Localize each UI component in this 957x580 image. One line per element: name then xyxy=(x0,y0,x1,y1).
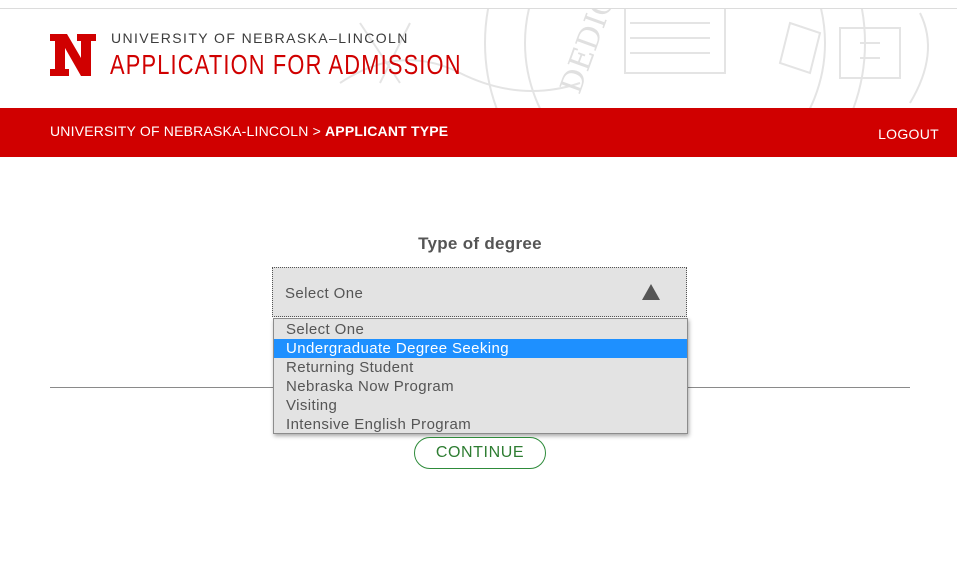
logout-link[interactable]: LOGOUT xyxy=(878,126,939,142)
option-nebraska-now-program[interactable]: Nebraska Now Program xyxy=(274,377,687,396)
option-select-one[interactable]: Select One xyxy=(274,320,687,339)
option-undergraduate-degree-seeking[interactable]: Undergraduate Degree Seeking xyxy=(274,339,687,358)
breadcrumb-current: APPLICANT TYPE xyxy=(324,123,449,139)
breadcrumb: UNIVERSITY OF NEBRASKA-LINCOLN > APPLICANT… xyxy=(50,123,448,139)
select-current-value: Select One xyxy=(285,285,364,302)
option-intensive-english-program[interactable]: Intensive English Program xyxy=(274,415,687,434)
degree-type-select[interactable]: Select One xyxy=(272,267,687,317)
university-n-logo xyxy=(50,34,96,76)
site-header: DEDICATED ARS UNIVERSITY OF NEBRASKA–LIN… xyxy=(0,9,957,108)
caret-up-icon xyxy=(642,284,660,300)
degree-type-options: Select One Undergraduate Degree Seeking … xyxy=(273,318,688,434)
option-returning-student[interactable]: Returning Student xyxy=(274,358,687,377)
continue-button[interactable]: CONTINUE xyxy=(414,437,546,469)
navigation-bar: UNIVERSITY OF NEBRASKA-LINCOLN > APPLICANT… xyxy=(0,108,957,157)
option-visiting[interactable]: Visiting xyxy=(274,396,687,415)
application-title: APPLICATION FOR ADMISSION xyxy=(110,49,462,80)
degree-type-label: Type of degree xyxy=(418,234,542,253)
breadcrumb-root[interactable]: UNIVERSITY OF NEBRASKA-LINCOLN xyxy=(50,123,309,139)
breadcrumb-separator: > xyxy=(312,123,321,139)
university-name: UNIVERSITY OF NEBRASKA–LINCOLN xyxy=(111,30,409,46)
